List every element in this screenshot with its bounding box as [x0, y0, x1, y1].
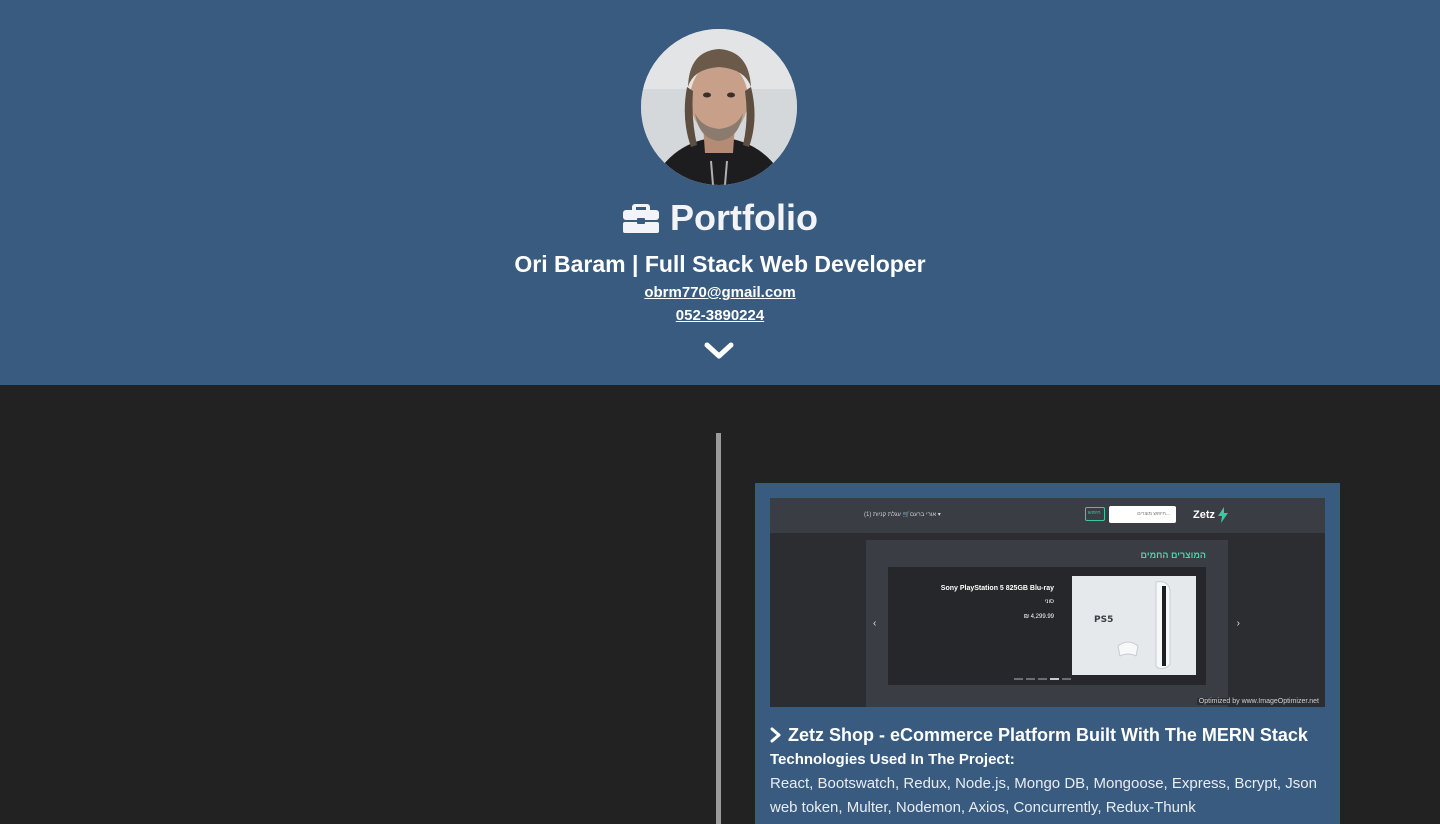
- project-title-text: Zetz Shop - eCommerce Platform Built Wit…: [788, 725, 1308, 745]
- phone-link[interactable]: 052-3890224: [0, 306, 1440, 326]
- project-title[interactable]: Zetz Shop - eCommerce Platform Built Wit…: [770, 723, 1308, 747]
- screenshot-navbar: עגלת קניות (1) 🛒 אורי ברעם ▾ חיפוש חיפוש…: [770, 498, 1325, 533]
- screenshot-logo: Zetz: [1193, 507, 1229, 523]
- page-title: Portfolio: [0, 194, 1440, 242]
- page-title-text: Portfolio: [670, 197, 818, 238]
- screenshot-carousel: המוצרים החמים ‹ › Sony PlayStation 5 825…: [866, 540, 1240, 707]
- screenshot-product-image: PS5: [1072, 576, 1196, 675]
- screenshot-next-icon: ›: [1236, 618, 1240, 629]
- screenshot-product-price: ₪ 4,299.99: [1023, 614, 1054, 620]
- screenshot-search-input: חיפוש מוצרים...: [1109, 506, 1176, 523]
- avatar-photo: [641, 29, 797, 185]
- chevron-down-icon[interactable]: [703, 340, 735, 362]
- developer-subtitle: Ori Baram | Full Stack Web Developer: [514, 251, 926, 277]
- screenshot-product-name: Sony PlayStation 5 825GB Blu-ray: [940, 585, 1054, 592]
- technologies-list: React, Bootswatch, Redux, Node.js, Mongo…: [770, 775, 1317, 816]
- technologies-label: Technologies Used In The Project:: [770, 751, 1015, 768]
- chevron-right-icon: [770, 727, 781, 743]
- project-card[interactable]: עגלת קניות (1) 🛒 אורי ברעם ▾ חיפוש חיפוש…: [755, 483, 1340, 824]
- screenshot-watermark: Optimized by www.ImageOptimizer.net: [1196, 698, 1321, 705]
- screenshot-prev-icon: ‹: [873, 618, 877, 629]
- screenshot-carousel-indicators: [1014, 678, 1071, 680]
- screenshot-user: אורי ברעם ▾: [910, 512, 941, 518]
- screenshot-product-sub: סוני: [1044, 599, 1054, 605]
- bolt-icon: [1218, 507, 1229, 523]
- screenshot-search-button: חיפוש: [1085, 507, 1105, 521]
- portfolio-header: Portfolio Ori Baram | Full Stack Web Dev…: [0, 0, 1440, 385]
- briefcase-icon: [623, 204, 659, 233]
- svg-text:PS5: PS5: [1094, 615, 1113, 625]
- screenshot-cart: עגלת קניות (1) 🛒: [864, 512, 911, 518]
- screenshot-section-title: המוצרים החמים: [1140, 550, 1206, 560]
- project-screenshot[interactable]: עגלת קניות (1) 🛒 אורי ברעם ▾ חיפוש חיפוש…: [770, 498, 1325, 707]
- timeline-line: [716, 433, 721, 824]
- email-link[interactable]: obrm770@gmail.com: [0, 283, 1440, 303]
- avatar: [641, 29, 797, 185]
- screenshot-slide: Sony PlayStation 5 825GB Blu-ray סוני ₪ …: [888, 567, 1206, 685]
- ps5-console-image: PS5: [1072, 576, 1196, 675]
